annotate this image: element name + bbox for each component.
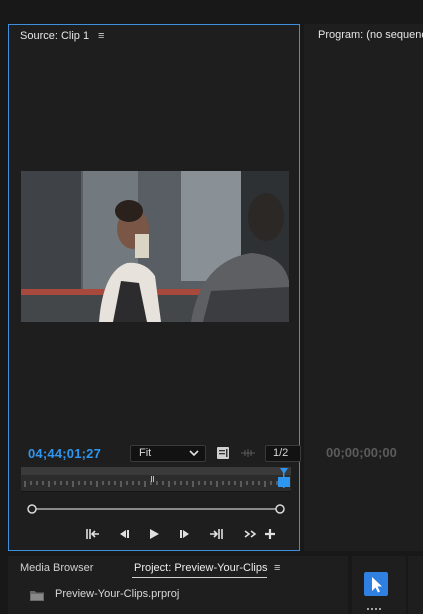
source-monitor-panel: Source: Clip 1 ≡ 04;44;01;27 Fit 1/2	[8, 24, 301, 551]
source-timecode[interactable]: 04;44;01;27	[28, 446, 101, 461]
program-timecode: 00;00;00;00	[326, 445, 397, 460]
program-monitor-panel: Program: (no sequence 00;00;00;00	[304, 24, 423, 551]
mark-in-icon[interactable]	[85, 527, 101, 541]
playback-resolution-select[interactable]: 1/2	[265, 445, 301, 462]
step-forward-icon[interactable]	[177, 527, 193, 541]
time-ruler[interactable]	[21, 467, 291, 492]
mark-out-icon[interactable]	[208, 527, 224, 541]
adjacent-panel	[408, 556, 423, 614]
track-select-tool-icon[interactable]	[366, 608, 384, 614]
zoom-scroll-bar[interactable]	[27, 503, 285, 515]
project-item[interactable]: Preview-Your-Clips.prproj	[55, 588, 179, 600]
play-icon[interactable]	[146, 527, 162, 541]
project-file-icon	[30, 591, 44, 601]
zoom-level-select[interactable]: Fit	[130, 445, 206, 462]
active-tab-indicator	[132, 577, 267, 578]
project-panel: Media Browser Project: Preview-Your-Clip…	[8, 556, 348, 614]
add-icon[interactable]	[262, 527, 278, 541]
drag-video-only-icon[interactable]	[241, 448, 255, 458]
video-preview	[21, 171, 289, 322]
program-monitor-tab[interactable]: Program: (no sequence	[318, 29, 423, 41]
selection-tool-icon	[372, 577, 382, 593]
tools-panel	[352, 556, 406, 614]
settings-icon[interactable]	[216, 446, 230, 460]
project-panel-menu-icon[interactable]: ≡	[274, 562, 280, 574]
source-monitor-tab[interactable]: Source: Clip 1	[20, 30, 89, 42]
tab-project[interactable]: Project: Preview-Your-Clips	[134, 562, 267, 574]
zoom-level-value: Fit	[139, 447, 152, 459]
selection-tool-button[interactable]	[364, 572, 388, 596]
chevron-down-icon	[189, 450, 199, 457]
tab-media-browser[interactable]: Media Browser	[20, 562, 93, 574]
step-back-icon[interactable]	[116, 527, 132, 541]
more-icon[interactable]	[243, 527, 259, 541]
source-panel-menu-icon[interactable]: ≡	[98, 30, 104, 42]
